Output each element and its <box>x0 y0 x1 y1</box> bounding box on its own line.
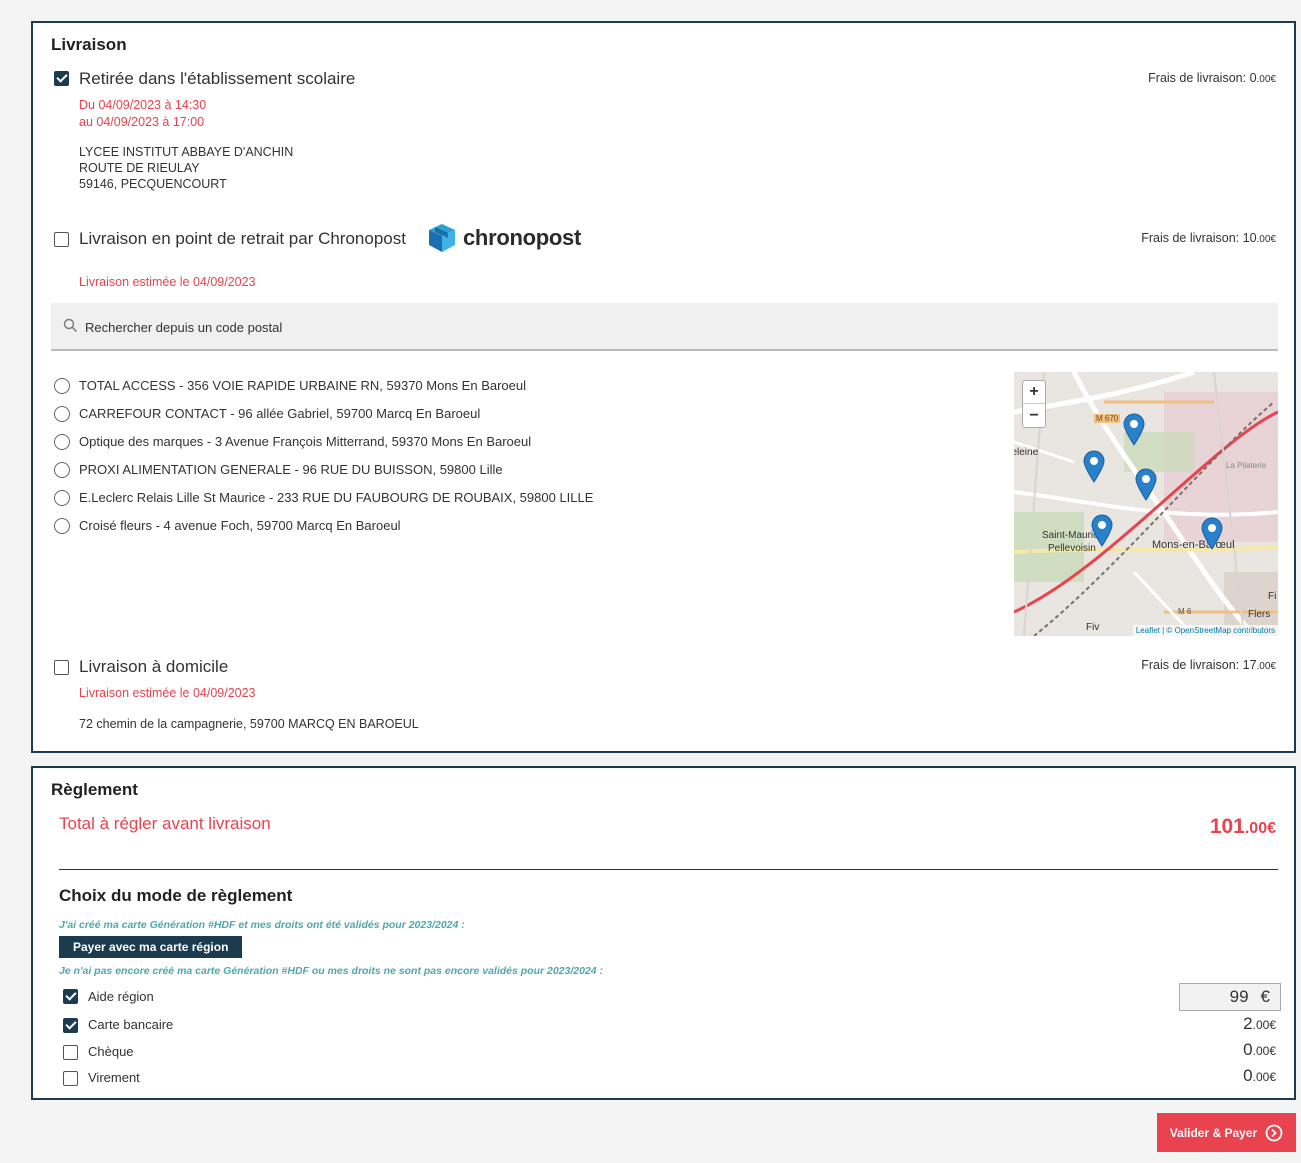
validate-and-pay-label: Valider & Payer <box>1169 1125 1258 1140</box>
pickup-address: LYCEE INSTITUT ABBAYE D'ANCHIN ROUTE DE … <box>79 145 294 191</box>
option-home-delivery-fee: Frais de livraison: 17.00€ <box>1141 658 1276 672</box>
divider <box>59 869 1278 870</box>
map-label-fi: Fi <box>1268 591 1277 602</box>
method-cheque-amount: 0.00€ <box>1243 1040 1276 1059</box>
map-label-m6: M 6 <box>1178 607 1192 616</box>
relay-map[interactable]: M 670 La Pilaterie Madeleine Saint-Mauri… <box>1014 372 1278 636</box>
method-card-label[interactable]: Carte bancaire <box>88 1017 173 1032</box>
method-cheque-label[interactable]: Chèque <box>88 1044 134 1059</box>
search-icon <box>63 318 77 332</box>
option-school-pickup-checkbox[interactable] <box>54 71 69 86</box>
relay-point-radio[interactable] <box>54 378 70 394</box>
pay-with-region-card-button[interactable]: Payer avec ma carte région <box>59 936 243 958</box>
relay-point-label[interactable]: E.Leclerc Relais Lille St Maurice - 233 … <box>79 490 593 505</box>
map-label-fiv: Fiv <box>1086 622 1100 633</box>
home-delivery-address: 72 chemin de la campagnerie, 59700 MARCQ… <box>79 717 419 731</box>
relay-point-label[interactable]: Croisé fleurs - 4 avenue Foch, 59700 Mar… <box>79 518 401 533</box>
pickup-date-from: Du 04/09/2023 à 14:30 <box>79 98 207 112</box>
relay-point-label[interactable]: TOTAL ACCESS - 356 VOIE RAPIDE URBAINE R… <box>79 378 526 393</box>
method-card-checkbox[interactable] <box>63 1018 78 1033</box>
chronopost-box-icon <box>429 224 455 252</box>
method-aide-region-checkbox[interactable] <box>63 989 78 1004</box>
map-marker-icon[interactable] <box>1090 513 1114 547</box>
map-marker-icon[interactable] <box>1122 412 1146 446</box>
payment-mode-title: Choix du mode de règlement <box>59 886 293 905</box>
method-card-amount: 2.00€ <box>1243 1014 1276 1033</box>
map-tiles <box>1014 372 1278 636</box>
relay-point-label[interactable]: Optique des marques - 3 Avenue François … <box>79 434 531 449</box>
method-cheque-checkbox[interactable] <box>63 1045 78 1060</box>
map-zoom-out-button[interactable]: − <box>1023 405 1045 428</box>
aide-region-currency: € <box>1260 987 1270 1006</box>
chronopost-estimate: Livraison estimée le 04/09/2023 <box>79 275 256 289</box>
help-have-card: J'ai créé ma carte Génération #HDF et me… <box>59 919 465 931</box>
map-label-m670: M 670 <box>1094 414 1121 423</box>
aide-region-amount-field[interactable]: 99 € <box>1179 983 1281 1011</box>
option-home-delivery-label[interactable]: Livraison à domicile <box>79 657 228 677</box>
map-label-madeleine: Madeleine <box>1014 447 1039 458</box>
total-amount: 101.00€ <box>1209 815 1276 838</box>
relay-point-radio[interactable] <box>54 490 70 506</box>
chronopost-logo: chronopost <box>427 222 581 254</box>
chronopost-brand-text: chronopost <box>463 225 581 250</box>
method-transfer-amount: 0.00€ <box>1243 1066 1276 1085</box>
option-school-pickup-fee: Frais de livraison: 0.00€ <box>1148 71 1276 85</box>
map-attribution[interactable]: Leaflet | © OpenStreetMap contributors <box>1132 625 1278 636</box>
map-marker-icon[interactable] <box>1200 516 1224 550</box>
method-transfer-label[interactable]: Virement <box>88 1070 140 1085</box>
reglement-title: Règlement <box>51 780 138 799</box>
map-label-flers: Flers <box>1248 609 1271 620</box>
relay-point-radio[interactable] <box>54 462 70 478</box>
relay-point-label[interactable]: CARREFOUR CONTACT - 96 allée Gabriel, 59… <box>79 406 480 421</box>
option-school-pickup-label[interactable]: Retirée dans l'établissement scolaire <box>79 69 355 89</box>
relay-point-label[interactable]: PROXI ALIMENTATION GENERALE - 96 RUE DU … <box>79 462 503 477</box>
map-label-la-pilaterie: La Pilaterie <box>1226 461 1267 470</box>
postal-code-search-input[interactable] <box>85 317 985 337</box>
option-home-delivery-checkbox[interactable] <box>54 660 69 675</box>
help-no-card: Je n'ai pas encore créé ma carte Générat… <box>59 965 604 977</box>
option-chronopost-fee: Frais de livraison: 10.00€ <box>1141 231 1276 245</box>
option-chronopost-checkbox[interactable] <box>54 232 69 247</box>
map-label-pellevoisin: Pellevoisin <box>1048 543 1096 554</box>
aide-region-amount-value: 99 <box>1229 987 1249 1006</box>
map-marker-icon[interactable] <box>1134 467 1158 501</box>
relay-point-radio[interactable] <box>54 406 70 422</box>
livraison-section: Livraison Retirée dans l'établissement s… <box>31 21 1296 753</box>
method-aide-region-label[interactable]: Aide région <box>88 989 154 1004</box>
option-chronopost-label[interactable]: Livraison en point de retrait par Chrono… <box>79 229 406 249</box>
map-zoom-in-button[interactable]: + <box>1023 381 1045 404</box>
method-transfer-checkbox[interactable] <box>63 1071 78 1086</box>
chevron-circle-right-icon <box>1265 1124 1283 1141</box>
pickup-date-to: au 04/09/2023 à 17:00 <box>79 115 205 129</box>
relay-point-radio[interactable] <box>54 518 70 534</box>
home-delivery-estimate: Livraison estimée le 04/09/2023 <box>79 686 256 700</box>
reglement-section: Règlement Total à régler avant livraison… <box>31 766 1296 1100</box>
total-label: Total à régler avant livraison <box>59 814 271 833</box>
livraison-title: Livraison <box>51 35 127 54</box>
map-zoom-control: + − <box>1022 380 1046 428</box>
map-marker-icon[interactable] <box>1082 449 1106 483</box>
postal-code-search <box>51 303 1278 351</box>
relay-point-radio[interactable] <box>54 434 70 450</box>
validate-and-pay-button[interactable]: Valider & Payer <box>1157 1113 1296 1152</box>
